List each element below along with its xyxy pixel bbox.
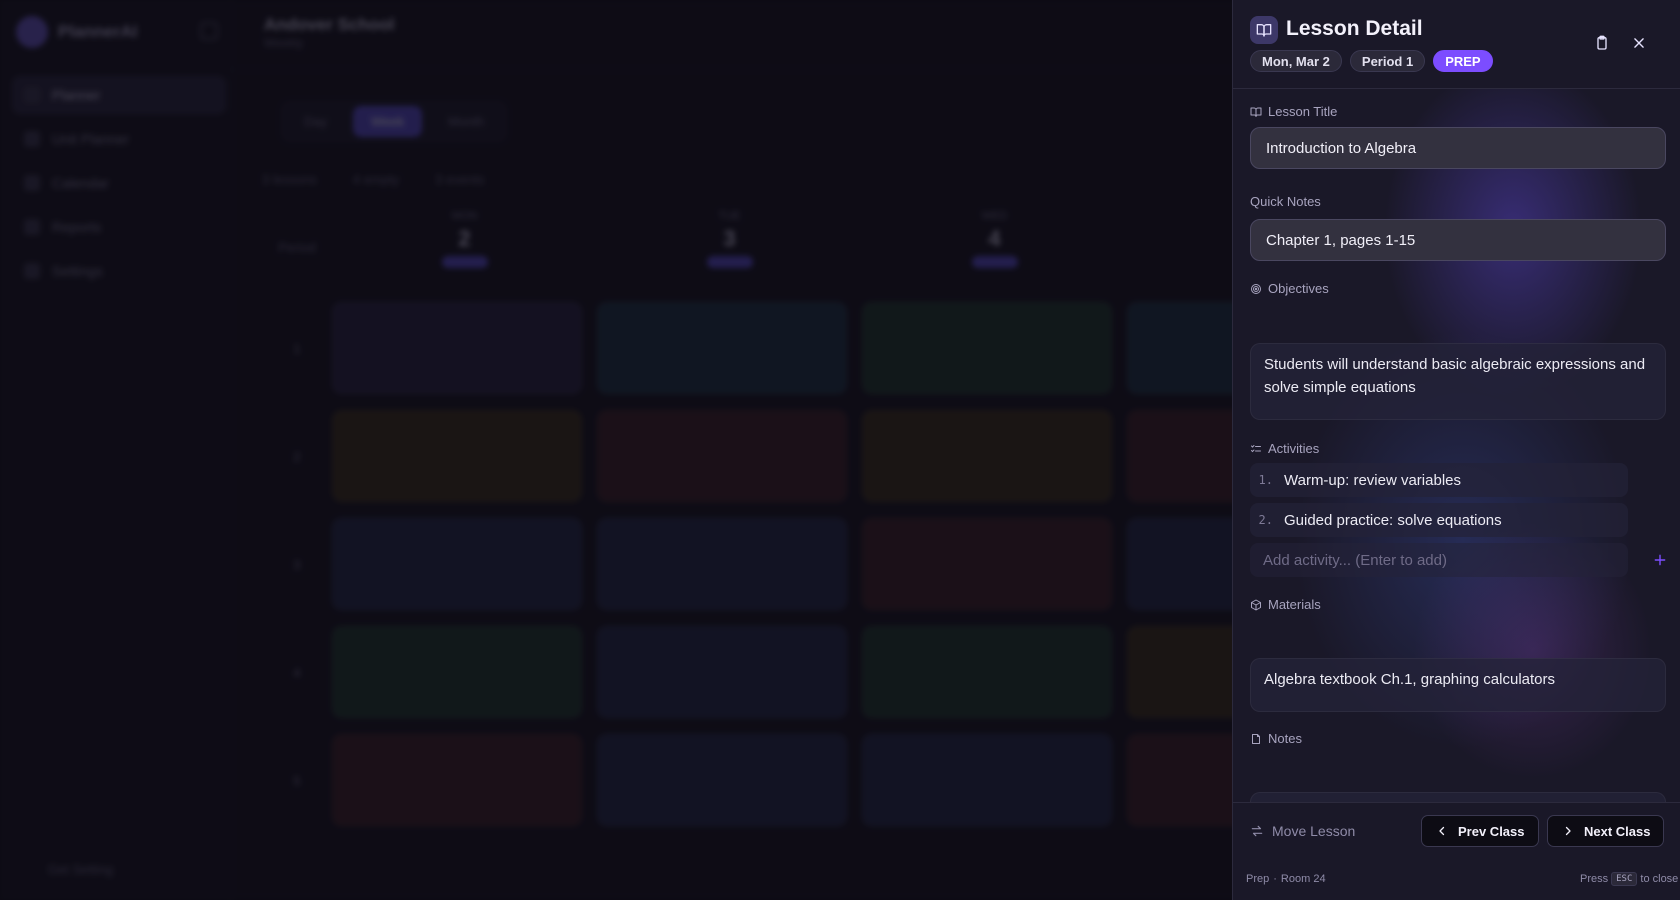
materials-textarea[interactable]: Algebra textbook Ch.1, graphing calculat… — [1250, 658, 1666, 712]
note-icon — [1252, 733, 1260, 744]
next-class-button[interactable]: Next Class — [1547, 815, 1665, 847]
panel-header: Lesson Detail Mon, Mar 2 Period 1 PREP — [1233, 0, 1680, 89]
close-icon[interactable] — [1626, 30, 1652, 56]
materials-label: Materials — [1250, 597, 1321, 612]
package-icon — [1251, 599, 1261, 610]
panel-body: Lesson Title Introduction to Algebra Qui… — [1250, 90, 1667, 832]
prev-class-button[interactable]: Prev Class — [1421, 815, 1539, 847]
activities-label: Activities — [1250, 441, 1319, 456]
objectives-label: Objectives — [1250, 281, 1329, 296]
close-hint: Press ESC to close — [1580, 872, 1679, 886]
target-icon — [1251, 283, 1261, 294]
lesson-title-label: Lesson Title — [1250, 104, 1337, 119]
status-lesson-type: Prep — [1246, 873, 1270, 885]
add-activity-input[interactable]: Add activity... (Enter to add) — [1250, 543, 1628, 577]
book-icon — [1250, 107, 1262, 117]
activity-number: 1. — [1258, 473, 1273, 487]
notes-label: Notes — [1250, 731, 1302, 746]
clipboard-icon[interactable] — [1589, 30, 1615, 56]
move-lesson-button[interactable]: Move Lesson — [1250, 823, 1355, 839]
panel-title: Lesson Detail — [1286, 17, 1423, 40]
panel-status-bar: Prep · Room 24 Press ESC to close — [1233, 858, 1680, 900]
chevron-right-icon — [1565, 826, 1571, 836]
quick-notes-label: Quick Notes — [1250, 194, 1321, 209]
plus-icon[interactable] — [1653, 553, 1667, 567]
lesson-type-badge: PREP — [1433, 50, 1493, 72]
activity-item[interactable]: 1. Warm-up: review variables — [1250, 463, 1628, 497]
objectives-textarea[interactable]: Students will understand basic algebraic… — [1250, 343, 1666, 420]
quick-notes-input[interactable]: Chapter 1, pages 1-15 — [1250, 219, 1666, 261]
activity-item[interactable]: 2. Guided practice: solve equations — [1250, 503, 1628, 537]
status-separator: · — [1273, 873, 1277, 885]
lesson-title-input[interactable]: Introduction to Algebra — [1250, 127, 1666, 169]
chevron-left-icon — [1439, 826, 1445, 836]
lesson-meta-chips: Mon, Mar 2 Period 1 PREP — [1250, 50, 1493, 72]
date-chip: Mon, Mar 2 — [1250, 50, 1342, 72]
swap-icon — [1251, 825, 1263, 837]
status-info: Prep · Room 24 — [1246, 873, 1326, 885]
panel-footer: Move Lesson Prev Class Next Class — [1233, 802, 1680, 858]
activity-text: Warm-up: review variables — [1284, 471, 1461, 489]
activity-number: 2. — [1258, 513, 1273, 527]
book-icon — [1250, 16, 1278, 44]
list-check-icon — [1251, 444, 1261, 452]
esc-key: ESC — [1611, 872, 1638, 886]
period-chip: Period 1 — [1349, 50, 1426, 72]
lesson-detail-panel: Lesson Detail Mon, Mar 2 Period 1 PREP L… — [1232, 0, 1680, 900]
status-room: Room 24 — [1280, 873, 1326, 885]
activity-text: Guided practice: solve equations — [1284, 511, 1502, 529]
